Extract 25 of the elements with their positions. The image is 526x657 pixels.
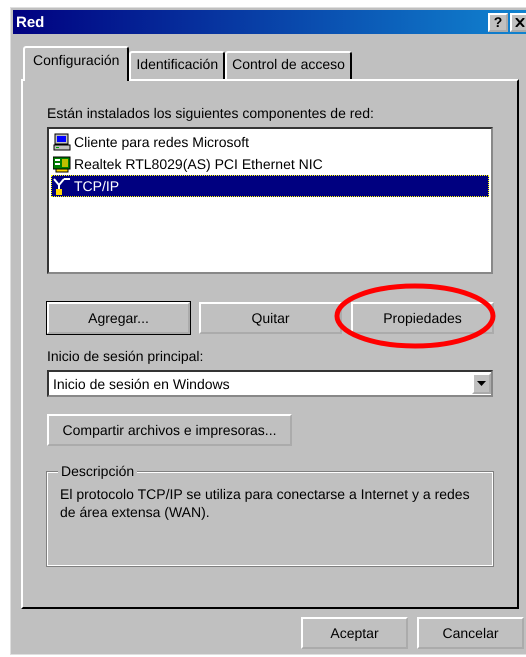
component-button[interactable]: Quitar: [199, 302, 342, 334]
close-button[interactable]: [510, 12, 526, 32]
share-button[interactable]: Compartir archivos e impresoras...: [47, 414, 292, 446]
component-button[interactable]: Propiedades: [351, 302, 494, 334]
logon-label: Inicio de sesión principal:: [47, 348, 204, 364]
help-button[interactable]: ?: [488, 12, 508, 32]
component-button[interactable]: Agregar...: [47, 302, 190, 334]
tab[interactable]: Control de acceso: [225, 51, 352, 79]
component-item[interactable]: TCP/IP: [51, 175, 489, 197]
plug-icon: [53, 177, 71, 195]
tab[interactable]: Configuración: [23, 46, 130, 81]
dialog-button[interactable]: Cancelar: [417, 617, 524, 649]
dropdown-arrow-icon: [477, 381, 486, 386]
logon-dropdown[interactable]: Inicio de sesión en Windows: [47, 370, 493, 397]
description-title: Descripción: [58, 463, 138, 479]
tab[interactable]: Identificación: [129, 51, 226, 79]
network-card-icon: [53, 155, 71, 173]
window-title: Red: [16, 14, 44, 30]
computer-icon: [53, 133, 71, 151]
component-item[interactable]: Cliente para redes Microsoft: [51, 131, 489, 153]
close-icon: [515, 18, 525, 26]
component-item[interactable]: Realtek RTL8029(AS) PCI Ethernet NIC: [51, 153, 489, 175]
dialog-button[interactable]: Aceptar: [301, 617, 408, 649]
description-text: El protocolo TCP/IP se utiliza para conectarse a Internet y a redes de área extensa (WAN).: [60, 485, 471, 521]
components-label: Están instalados los siguientes componentes de red:: [47, 105, 375, 121]
